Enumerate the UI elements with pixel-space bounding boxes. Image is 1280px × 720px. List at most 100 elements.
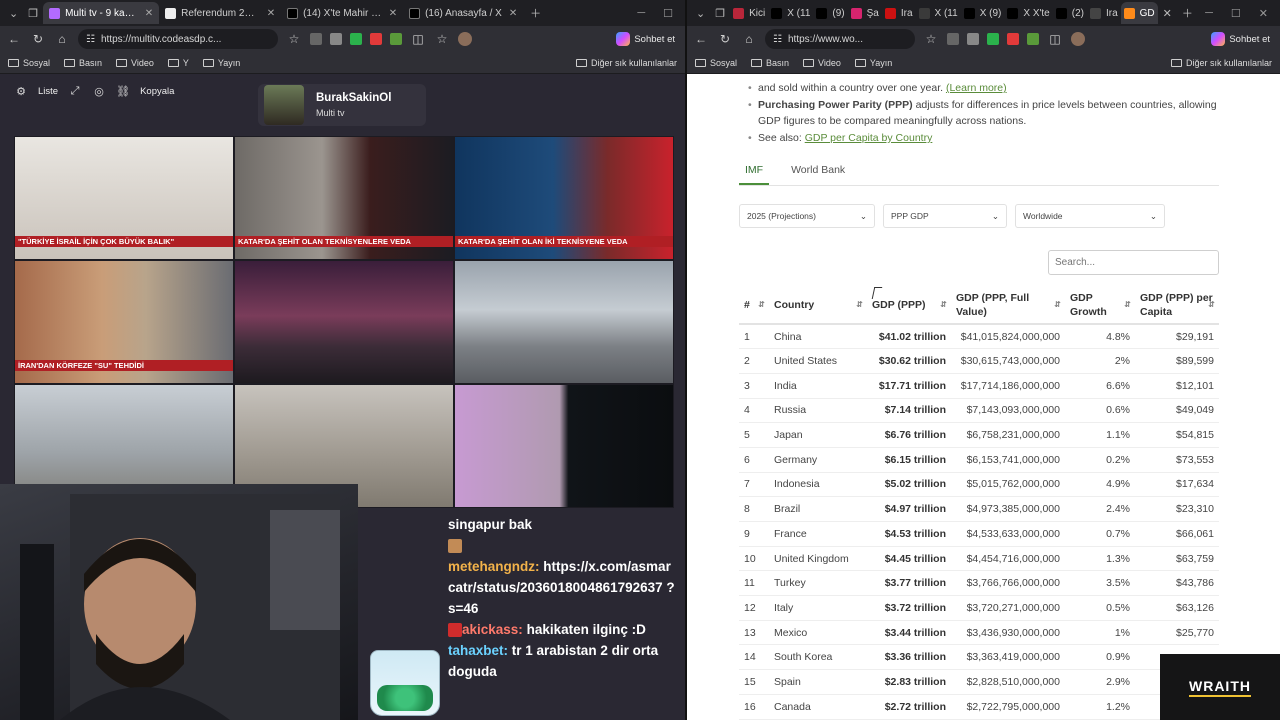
url-field[interactable]: ☷ https://multitv.codeasdp.c... xyxy=(78,29,278,49)
col-growth-header[interactable]: GDP Growth ⇵ xyxy=(1065,286,1135,325)
bookmark-yayin[interactable]: Yayın xyxy=(854,58,892,68)
close-tab-icon[interactable]: ✕ xyxy=(145,8,153,19)
copilot-button[interactable]: Sohbet et xyxy=(1211,32,1274,46)
tab-referendum[interactable]: Referendum 2026, oggi ✕ xyxy=(159,2,281,24)
audio-icon[interactable]: ◎ xyxy=(92,84,106,98)
extension-icon[interactable] xyxy=(370,33,382,45)
col-country-header[interactable]: Country ⇵ xyxy=(769,286,867,325)
extension-icon[interactable] xyxy=(967,33,979,45)
tab-list-icon[interactable]: ⌄ xyxy=(691,7,710,20)
workspaces-icon[interactable]: ❐ xyxy=(23,7,43,20)
tv-tile[interactable] xyxy=(454,260,674,384)
bookmark-basin[interactable]: Basın xyxy=(751,58,789,68)
bookmark-video[interactable]: Video xyxy=(803,58,841,68)
extension-icon[interactable] xyxy=(947,33,959,45)
url-field[interactable]: ☷ https://www.wo... xyxy=(765,29,915,49)
close-tab-icon[interactable]: ✕ xyxy=(1158,7,1177,20)
table-row: 13 Mexico $3.44 trillion $3,436,930,000,000… xyxy=(739,620,1219,646)
tv-tile[interactable]: KATAR'DA ŞEHİT OLAN İKİ TEKNİSYENE VEDA xyxy=(454,136,674,260)
learn-more-link[interactable]: (Learn more) xyxy=(946,82,1007,94)
tab-item[interactable]: Şa xyxy=(848,2,882,24)
close-tab-icon[interactable]: ✕ xyxy=(509,8,517,19)
tv-tile[interactable] xyxy=(454,384,674,508)
close-window-icon[interactable]: ✕ xyxy=(1259,7,1268,20)
bookmark-y[interactable]: Y xyxy=(167,58,189,68)
metric-select[interactable]: PPP GDP ⌄ xyxy=(883,204,1007,228)
maximize-icon[interactable]: ☐ xyxy=(1231,7,1241,20)
tab-item[interactable]: X (9) xyxy=(961,2,1005,24)
link-icon[interactable]: ⛓ xyxy=(116,84,130,98)
bookmark-sosyal[interactable]: Sosyal xyxy=(695,58,737,68)
tv-tile[interactable]: İRAN'DAN KÖRFEZE "SU" TEHDİDİ xyxy=(14,260,234,384)
extension-icon[interactable] xyxy=(350,33,362,45)
tab-item[interactable]: Kici xyxy=(730,2,768,24)
channel-card[interactable]: BurakSakinOl Multi tv xyxy=(258,84,426,126)
extension-icon[interactable] xyxy=(987,33,999,45)
tab-item[interactable]: (2) xyxy=(1053,2,1087,24)
search-input[interactable] xyxy=(1048,250,1219,275)
tab-item[interactable]: İra xyxy=(1087,2,1121,24)
extension-icon[interactable] xyxy=(390,33,402,45)
minimize-icon[interactable]: ─ xyxy=(637,7,645,20)
favorite-star-icon[interactable]: ☆ xyxy=(923,32,939,46)
refresh-icon[interactable]: ↻ xyxy=(717,32,733,46)
tab-imf[interactable]: IMF xyxy=(739,162,770,185)
col-full-value-header[interactable]: GDP (PPP, Full Value) ⇵ xyxy=(951,286,1065,325)
new-tab-icon[interactable]: ＋ xyxy=(1177,5,1198,21)
workspaces-icon[interactable]: ❐ xyxy=(710,7,730,20)
home-icon[interactable]: ⌂ xyxy=(741,32,757,46)
bookmark-basin[interactable]: Basın xyxy=(64,58,102,68)
col-per-capita-header[interactable]: GDP (PPP) per Capita ⇵ xyxy=(1135,286,1219,325)
profile-avatar[interactable] xyxy=(1071,32,1085,46)
gdp-per-capita-link[interactable]: GDP per Capita by Country xyxy=(805,132,933,144)
split-screen-icon[interactable]: ◫ xyxy=(410,32,426,46)
copy-button[interactable]: Kopyala xyxy=(140,86,174,97)
site-info-icon[interactable]: ☷ xyxy=(86,34,95,45)
tab-x-mahir[interactable]: (14) X'te Mahir KILIÇ: "G ✕ xyxy=(281,2,403,24)
collections-icon[interactable]: ☆ xyxy=(434,32,450,46)
home-icon[interactable]: ⌂ xyxy=(54,32,70,46)
back-icon[interactable]: ← xyxy=(693,32,709,46)
tab-x-home[interactable]: (16) Anasayfa / X ✕ xyxy=(403,2,525,24)
other-favorites[interactable]: Diğer sık kullanılanlar xyxy=(1170,58,1272,68)
settings-gear-icon[interactable]: ⚙ xyxy=(14,84,28,98)
extension-icon[interactable] xyxy=(1007,33,1019,45)
close-tab-icon[interactable]: ✕ xyxy=(389,8,397,19)
full-value-cell: $6,153,741,000,000 xyxy=(951,447,1065,473)
bookmark-yayin[interactable]: Yayın xyxy=(202,58,240,68)
tab-item[interactable]: X (11 xyxy=(768,2,813,24)
fullscreen-icon[interactable]: ⤢ xyxy=(68,84,82,98)
tab-list-icon[interactable]: ⌄ xyxy=(4,7,23,20)
tv-tile[interactable]: "TÜRKİYE İSRAİL İÇİN ÇOK BÜYÜK BALIK" xyxy=(14,136,234,260)
other-favorites[interactable]: Diğer sık kullanılanlar xyxy=(575,58,677,68)
minimize-icon[interactable]: ─ xyxy=(1205,7,1213,20)
tab-item[interactable]: (9) xyxy=(813,2,847,24)
tab-world-bank[interactable]: World Bank xyxy=(785,162,851,185)
close-tab-icon[interactable]: ✕ xyxy=(267,8,275,19)
region-select[interactable]: Worldwide ⌄ xyxy=(1015,204,1165,228)
tab-item[interactable]: X X'te xyxy=(1004,2,1052,24)
profile-avatar[interactable] xyxy=(458,32,472,46)
tab-item[interactable]: GD xyxy=(1120,2,1158,24)
split-screen-icon[interactable]: ◫ xyxy=(1047,32,1063,46)
extension-icon[interactable] xyxy=(1027,33,1039,45)
bookmark-sosyal[interactable]: Sosyal xyxy=(8,58,50,68)
tv-tile[interactable]: KATAR'DA ŞEHİT OLAN TEKNİSYENLERE VEDA xyxy=(234,136,454,260)
site-info-icon[interactable]: ☷ xyxy=(773,34,782,45)
extension-icon[interactable] xyxy=(310,33,322,45)
col-rank-header[interactable]: # ⇵ xyxy=(739,286,769,325)
tv-tile[interactable] xyxy=(234,260,454,384)
bookmark-video[interactable]: Video xyxy=(116,58,154,68)
maximize-icon[interactable]: ☐ xyxy=(663,7,673,20)
refresh-icon[interactable]: ↻ xyxy=(30,32,46,46)
new-tab-icon[interactable]: ＋ xyxy=(525,5,546,21)
tab-multitv[interactable]: Multi tv - 9 kanal izlemi ✕ xyxy=(43,2,160,24)
tab-item[interactable]: X (11 xyxy=(916,2,961,24)
year-select[interactable]: 2025 (Projections) ⌄ xyxy=(739,204,875,228)
favorite-star-icon[interactable]: ☆ xyxy=(286,32,302,46)
list-button[interactable]: Liste xyxy=(38,86,58,97)
copilot-button[interactable]: Sohbet et xyxy=(616,32,679,46)
extension-icon[interactable] xyxy=(330,33,342,45)
tab-item[interactable]: İra xyxy=(882,2,916,24)
back-icon[interactable]: ← xyxy=(6,32,22,46)
